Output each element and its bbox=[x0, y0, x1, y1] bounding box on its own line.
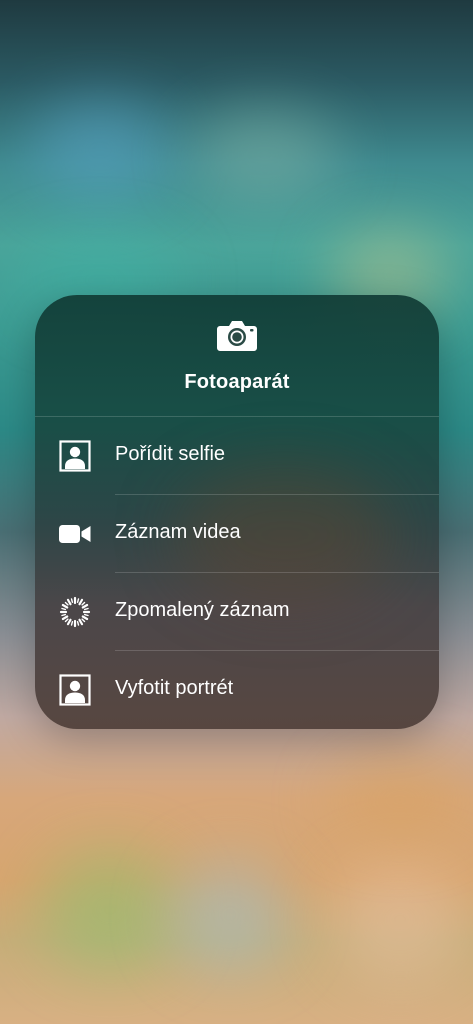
wallpaper-blur bbox=[40, 850, 180, 970]
wallpaper-blur bbox=[170, 860, 290, 970]
menu-header[interactable]: Fotoaparát bbox=[35, 295, 439, 417]
camera-icon bbox=[217, 321, 257, 351]
menu-item-take-portrait[interactable]: Vyfotit portrét bbox=[35, 651, 439, 729]
menu-item-label: Zpomalený záznam bbox=[115, 599, 290, 621]
wallpaper-blur bbox=[30, 100, 170, 200]
quick-actions-menu: Fotoaparát Pořídit selfie Záznam videa Z… bbox=[35, 295, 439, 729]
menu-item-label: Záznam videa bbox=[115, 521, 241, 543]
menu-item-label: Vyfotit portrét bbox=[115, 677, 234, 699]
slow-motion-icon bbox=[59, 596, 91, 628]
selfie-portrait-icon bbox=[59, 440, 91, 472]
portrait-icon bbox=[59, 674, 91, 706]
menu-list: Pořídit selfie Záznam videa Zpomalený zá… bbox=[35, 417, 439, 729]
menu-item-record-video[interactable]: Záznam videa bbox=[35, 495, 439, 573]
menu-item-take-selfie[interactable]: Pořídit selfie bbox=[35, 417, 439, 495]
wallpaper-blur bbox=[190, 110, 340, 200]
menu-item-slow-motion[interactable]: Zpomalený záznam bbox=[35, 573, 439, 651]
menu-title: Fotoaparát bbox=[184, 371, 290, 393]
wallpaper-blur bbox=[330, 860, 470, 980]
menu-item-label: Pořídit selfie bbox=[115, 443, 226, 465]
wallpaper-blur bbox=[330, 760, 470, 840]
video-camera-icon bbox=[59, 525, 91, 543]
